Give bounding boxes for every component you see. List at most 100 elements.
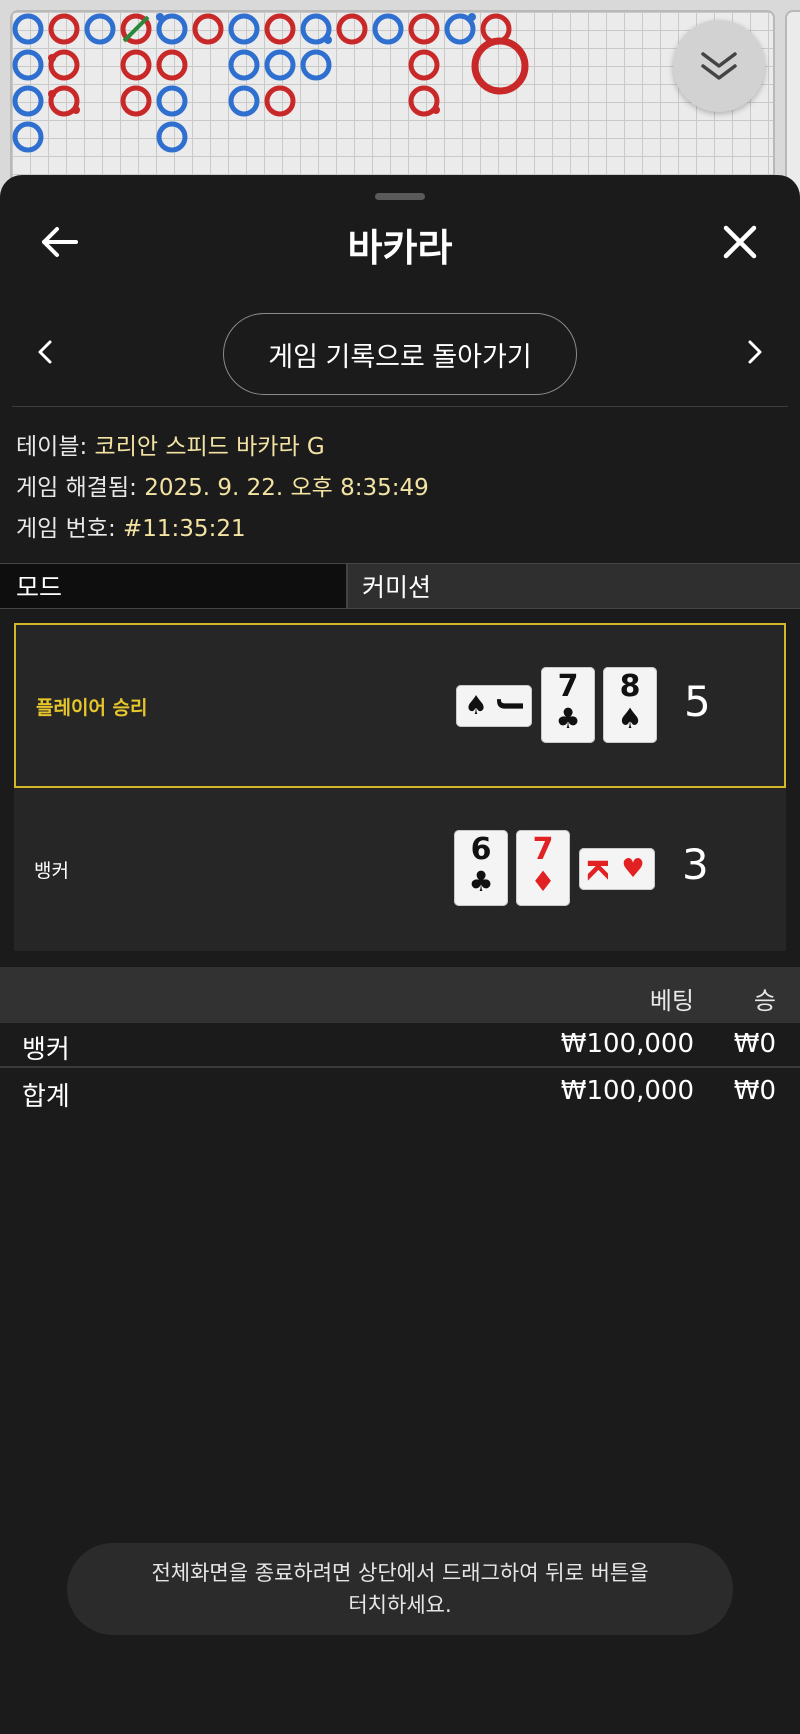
road-mark xyxy=(228,49,260,81)
playing-card: 7 ♦ xyxy=(516,830,570,906)
toast-line: 터치하세요. xyxy=(348,1593,452,1617)
table-row-total: 합계 ₩100,000 ₩0 xyxy=(0,1070,800,1114)
road-mark xyxy=(12,121,44,153)
bet-table-header: 베팅 승 xyxy=(0,967,800,1023)
divider xyxy=(12,406,788,407)
card-rank: 6 xyxy=(470,832,492,867)
banker-score: 3 xyxy=(682,840,709,889)
game-number-value: #11:35:21 xyxy=(123,516,246,542)
playing-card: K ♥ xyxy=(579,848,655,890)
banker-result-label: 뱅커 xyxy=(34,860,69,882)
close-icon xyxy=(723,225,757,259)
mode-label: 모드 xyxy=(0,563,348,609)
game-number-info: 게임 번호: #11:35:21 xyxy=(16,509,246,543)
return-to-history-button[interactable]: 게임 기록으로 돌아가기 xyxy=(223,313,577,395)
road-mark-large xyxy=(471,37,529,95)
road-mark xyxy=(120,49,152,81)
road-mark xyxy=(48,13,80,45)
card-rank: K xyxy=(581,858,614,880)
pair-dot xyxy=(156,13,164,21)
total-bet-amount: ₩100,000 xyxy=(560,1076,694,1106)
divider xyxy=(0,1066,800,1068)
card-suit: ♠ xyxy=(617,702,643,735)
card-rank: J xyxy=(496,700,529,712)
playing-card: 8 ♠ xyxy=(603,667,657,743)
card-suit: ♥ xyxy=(621,854,645,884)
pair-dot xyxy=(468,13,476,21)
road-mark xyxy=(264,85,296,117)
double-chevron-down-icon xyxy=(701,52,737,80)
table-row: 뱅커 ₩100,000 ₩0 xyxy=(0,1023,800,1067)
road-mark xyxy=(156,13,188,45)
pair-dot xyxy=(324,36,332,44)
road-mark xyxy=(408,49,440,81)
card-suit: ♦ xyxy=(530,865,556,898)
drag-handle[interactable] xyxy=(375,193,425,200)
road-mark xyxy=(336,13,368,45)
player-result-row: 플레이어 승리 ♠ J 7 ♣ 8 ♠ 5 xyxy=(14,623,786,788)
chevron-right-icon xyxy=(748,340,762,364)
win-amount: ₩0 xyxy=(733,1029,776,1059)
pair-dot xyxy=(48,90,56,98)
card-rank: 8 xyxy=(619,669,641,704)
card-suit: ♠ xyxy=(464,691,488,721)
hand-results: 플레이어 승리 ♠ J 7 ♣ 8 ♠ 5 뱅커 6 ♣ 7 ♦ K ♥ 3 xyxy=(14,623,786,951)
table-label: 테이블: xyxy=(16,434,88,460)
chevron-left-icon xyxy=(38,340,52,364)
resolved-label: 게임 해결됨: xyxy=(16,475,137,501)
table-value: 코리안 스피드 바카라 G xyxy=(94,434,325,460)
card-rank: 7 xyxy=(557,669,579,704)
player-score: 5 xyxy=(684,677,711,726)
banker-result-row: 뱅커 6 ♣ 7 ♦ K ♥ 3 xyxy=(14,788,786,953)
road-mark xyxy=(156,85,188,117)
road-mark xyxy=(228,85,260,117)
fullscreen-toast: 전체화면을 종료하려면 상단에서 드래그하여 뒤로 버튼을 터치하세요. xyxy=(67,1543,733,1635)
total-win-amount: ₩0 xyxy=(733,1076,776,1106)
road-mark xyxy=(444,13,476,45)
pair-dot xyxy=(48,54,56,62)
road-mark xyxy=(192,13,224,45)
bet-amount: ₩100,000 xyxy=(560,1029,694,1059)
bet-name: 뱅커 xyxy=(22,1035,70,1065)
road-mark xyxy=(264,49,296,81)
pair-dot xyxy=(432,106,440,114)
road-mark xyxy=(120,85,152,117)
road-mark xyxy=(264,13,296,45)
road-mark xyxy=(12,85,44,117)
playing-card: ♠ J xyxy=(456,685,532,727)
game-detail-sheet: 바카라 게임 기록으로 돌아가기 테이블: 코리안 스피드 바카라 G 게임 해… xyxy=(0,175,800,1734)
road-mark xyxy=(300,49,332,81)
resolved-value: 2025. 9. 22. 오후 8:35:49 xyxy=(144,475,429,501)
road-marks xyxy=(12,13,529,153)
toast-line: 전체화면을 종료하려면 상단에서 드래그하여 뒤로 버튼을 xyxy=(151,1561,649,1585)
page-title: 바카라 xyxy=(347,226,453,270)
card-suit: ♣ xyxy=(468,865,494,898)
playing-card: 7 ♣ xyxy=(541,667,595,743)
card-rank: 7 xyxy=(532,832,554,867)
resolved-info: 게임 해결됨: 2025. 9. 22. 오후 8:35:49 xyxy=(16,468,429,502)
card-suit: ♣ xyxy=(555,702,581,735)
bet-column-header: 베팅 xyxy=(649,987,694,1015)
close-button[interactable] xyxy=(718,220,762,264)
pair-dot xyxy=(72,106,80,114)
table-info: 테이블: 코리안 스피드 바카라 G xyxy=(16,427,325,461)
bead-road xyxy=(0,0,800,200)
total-label: 합계 xyxy=(22,1082,70,1112)
road-mark xyxy=(156,121,188,153)
game-number-label: 게임 번호: xyxy=(16,516,116,542)
mode-value: 커미션 xyxy=(348,563,800,609)
playing-card: 6 ♣ xyxy=(454,830,508,906)
road-mark xyxy=(84,13,116,45)
road-mark xyxy=(408,13,440,45)
next-game-button[interactable] xyxy=(740,337,770,367)
road-mark xyxy=(228,13,260,45)
road-mark xyxy=(12,49,44,81)
player-result-label: 플레이어 승리 xyxy=(36,697,148,719)
collapse-road-button[interactable] xyxy=(673,20,765,112)
win-column-header: 승 xyxy=(753,987,776,1015)
road-mark xyxy=(12,13,44,45)
mode-row: 모드 커미션 xyxy=(0,563,800,609)
previous-game-button[interactable] xyxy=(30,337,60,367)
road-mark xyxy=(372,13,404,45)
road-mark xyxy=(156,49,188,81)
